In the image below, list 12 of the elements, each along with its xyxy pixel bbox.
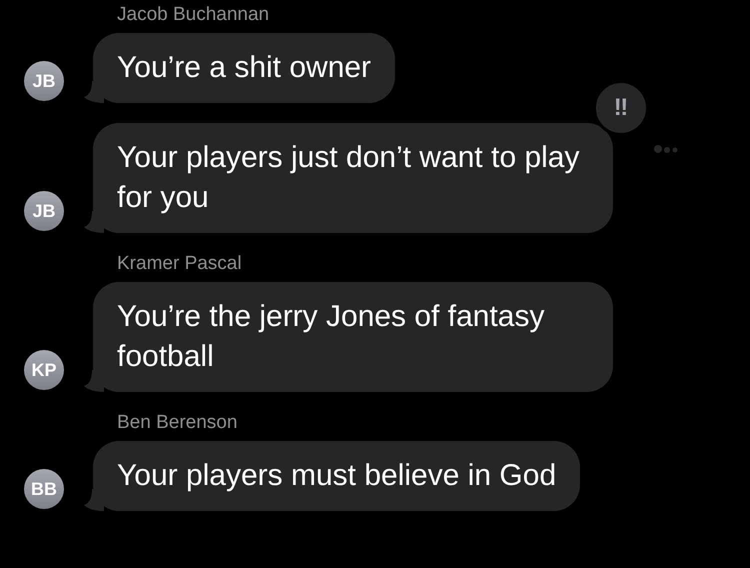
avatar: KP xyxy=(24,350,64,390)
sender-name: Jacob Buchannan xyxy=(117,4,270,26)
sender-name: Kramer Pascal xyxy=(117,253,242,275)
message-bubble: Your players must believe in God xyxy=(93,441,580,511)
avatar: JB xyxy=(24,191,64,231)
avatar: BB xyxy=(24,469,64,509)
message-bubble: Your players just don’t want to play for you xyxy=(93,123,613,233)
sender-name: Ben Berenson xyxy=(117,412,238,434)
reaction-badge: ‼ xyxy=(593,80,649,136)
message-bubble: You’re a shit owner xyxy=(93,33,396,103)
avatar: JB xyxy=(24,61,64,101)
message-bubble: You’re the jerry Jones of fantasy football xyxy=(93,282,613,392)
